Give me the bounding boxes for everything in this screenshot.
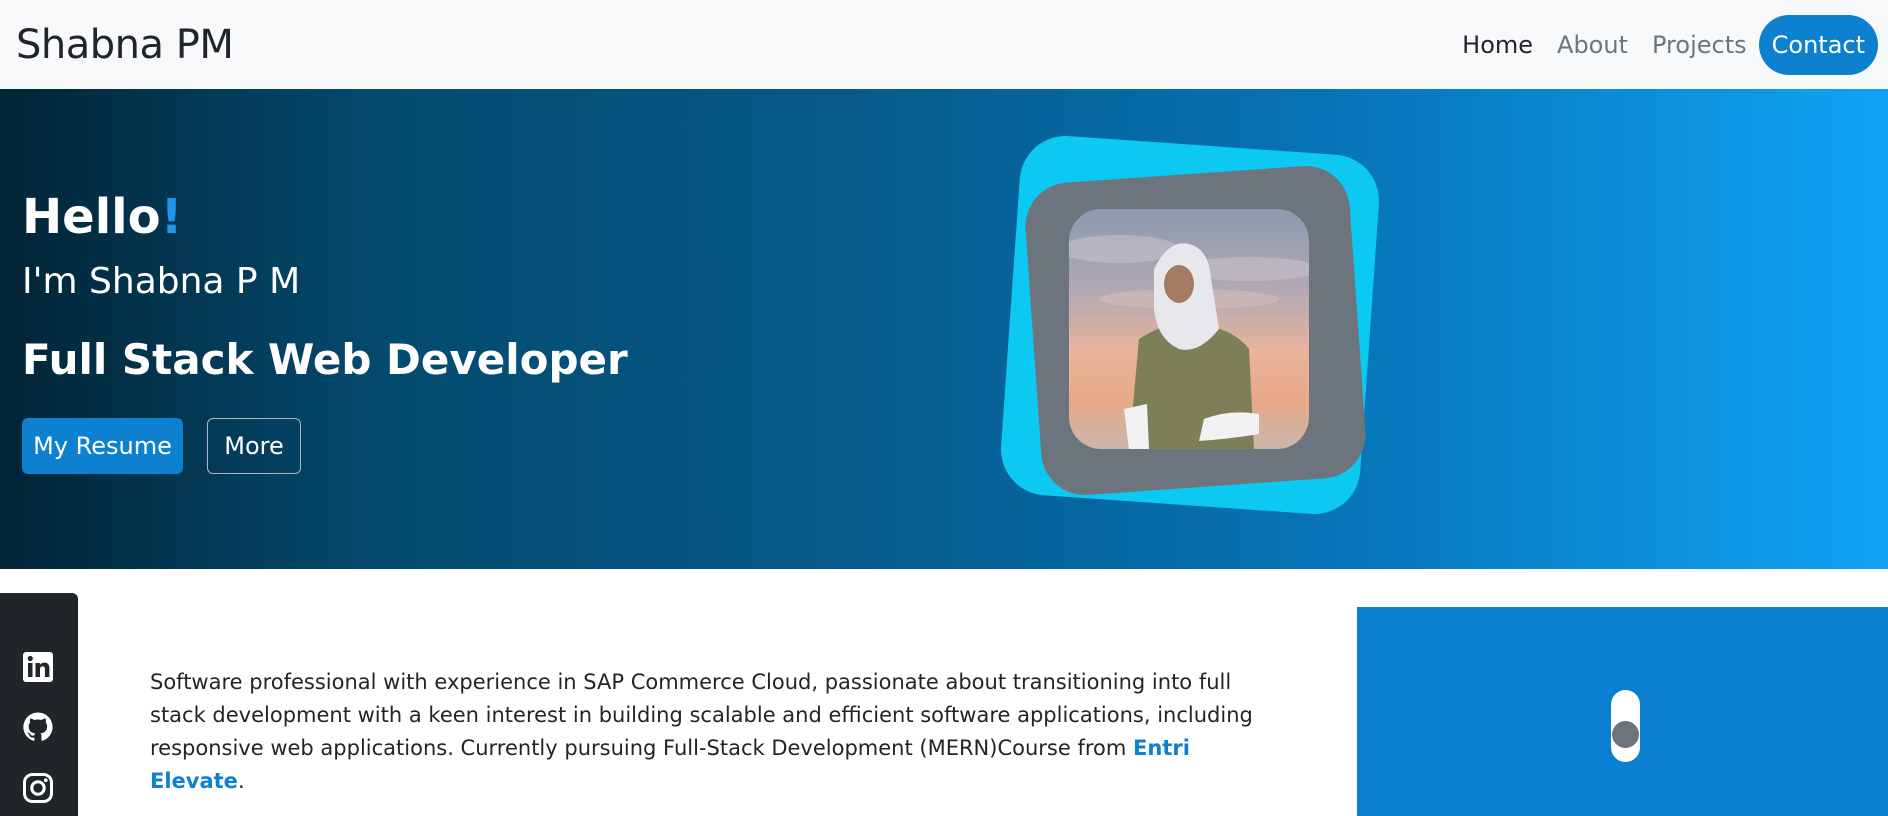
profile-photo bbox=[1069, 209, 1309, 449]
nav-link-about[interactable]: About bbox=[1545, 31, 1640, 59]
hero-section: Hello! I'm Shabna P M Full Stack Web Dev… bbox=[0, 89, 1888, 569]
hero-greeting: Hello! bbox=[22, 189, 183, 245]
toggle-knob bbox=[1612, 721, 1639, 748]
hero-intro: I'm Shabna P M bbox=[22, 261, 301, 302]
brand-logo[interactable]: Shabna PM bbox=[16, 22, 234, 68]
about-paragraph: Software professional with experience in… bbox=[150, 666, 1260, 798]
nav-link-projects[interactable]: Projects bbox=[1640, 31, 1759, 59]
greeting-exclamation: ! bbox=[160, 189, 183, 245]
theme-toggle[interactable] bbox=[1611, 690, 1640, 762]
nav-link-contact[interactable]: Contact bbox=[1758, 15, 1878, 75]
profile-photo-image bbox=[1069, 209, 1309, 449]
hero-role: Full Stack Web Developer bbox=[22, 335, 628, 384]
about-text: Software professional with experience in… bbox=[150, 670, 1253, 760]
navbar: Shabna PM Home About Projects Contact bbox=[0, 0, 1888, 89]
about-tail: . bbox=[237, 769, 245, 793]
linkedin-icon[interactable] bbox=[22, 651, 54, 683]
github-icon[interactable] bbox=[22, 711, 54, 743]
nav-links: Home About Projects Contact bbox=[1450, 15, 1878, 75]
my-resume-button[interactable]: My Resume bbox=[22, 418, 183, 474]
greeting-word: Hello bbox=[22, 189, 161, 245]
nav-link-home[interactable]: Home bbox=[1450, 31, 1545, 59]
instagram-icon[interactable] bbox=[22, 772, 54, 804]
more-button[interactable]: More bbox=[207, 418, 301, 474]
social-sidebar bbox=[0, 593, 78, 816]
